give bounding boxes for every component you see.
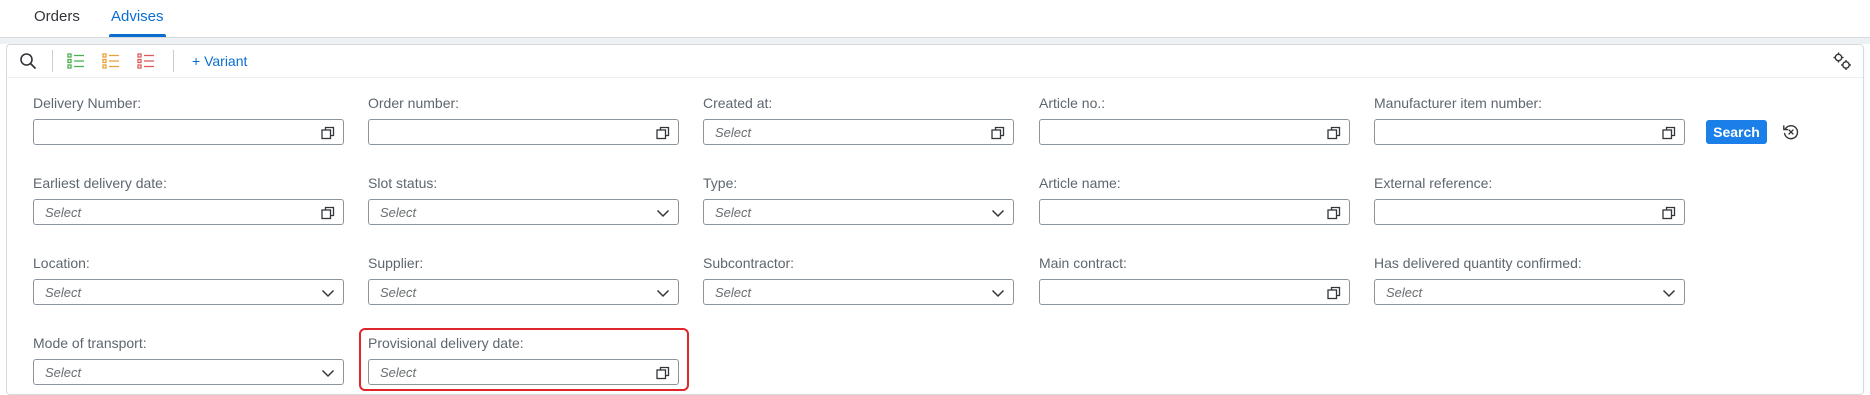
manufacturer-item-number-label: Manufacturer item number: (1374, 95, 1543, 111)
has-delivered-quantity-confirmed-label: Has delivered quantity confirmed: (1374, 255, 1582, 271)
add-variant-button[interactable]: + Variant (192, 52, 247, 70)
value-help-icon[interactable] (320, 205, 336, 221)
slot-status-select[interactable]: Select (368, 199, 679, 225)
supplier-label: Supplier: (368, 255, 424, 271)
value-help-icon[interactable] (1661, 125, 1677, 141)
subcontractor-label: Subcontractor: (703, 255, 795, 271)
earliest-delivery-date-placeholder: Select (45, 205, 82, 220)
earliest-delivery-date-label: Earliest delivery date: (33, 175, 167, 191)
value-help-icon[interactable] (1326, 285, 1342, 301)
provisional-delivery-date-placeholder: Select (380, 365, 417, 380)
reset-icon[interactable] (1781, 122, 1801, 142)
value-help-icon[interactable] (655, 125, 671, 141)
chevron-down-icon[interactable] (655, 285, 671, 301)
search-button[interactable]: Search (1706, 120, 1767, 144)
toolbar-divider (7, 77, 1863, 78)
order-number-input[interactable] (368, 119, 679, 145)
filter-toolbar: + Variant (7, 45, 1863, 77)
chevron-down-icon[interactable] (990, 285, 1006, 301)
value-help-icon[interactable] (655, 365, 671, 381)
chevron-down-icon[interactable] (320, 365, 336, 381)
earliest-delivery-date-input[interactable]: Select (33, 199, 344, 225)
settings-icon[interactable] (1831, 50, 1853, 72)
order-number-label: Order number: (368, 95, 460, 111)
main-contract-label: Main contract: (1039, 255, 1127, 271)
location-select[interactable]: Select (33, 279, 344, 305)
value-help-icon[interactable] (1661, 205, 1677, 221)
article-name-label: Article name: (1039, 175, 1121, 191)
created-at-label: Created at: (703, 95, 773, 111)
slot-status-label: Slot status: (368, 175, 438, 191)
chevron-down-icon[interactable] (655, 205, 671, 221)
mode-of-transport-select[interactable]: Select (33, 359, 344, 385)
created-at-input[interactable]: Select (703, 119, 1014, 145)
subcontractor-select[interactable]: Select (703, 279, 1014, 305)
chevron-down-icon[interactable] (1661, 285, 1677, 301)
article-no-input[interactable] (1039, 119, 1350, 145)
chevron-down-icon[interactable] (990, 205, 1006, 221)
slot-status-placeholder: Select (380, 205, 417, 220)
has-delivered-quantity-confirmed-placeholder: Select (1386, 285, 1423, 300)
supplier-select[interactable]: Select (368, 279, 679, 305)
delivery-number-label: Delivery Number: (33, 95, 142, 111)
toolbar-separator (173, 50, 174, 72)
tab-orders[interactable]: Orders (34, 8, 80, 26)
has-delivered-quantity-confirmed-select[interactable]: Select (1374, 279, 1685, 305)
type-label: Type: (703, 175, 738, 191)
list-red-icon[interactable] (135, 50, 157, 72)
list-orange-icon[interactable] (100, 50, 122, 72)
location-label: Location: (33, 255, 90, 271)
provisional-delivery-date-input[interactable]: Select (368, 359, 679, 385)
type-placeholder: Select (715, 205, 752, 220)
list-green-icon[interactable] (65, 50, 87, 72)
value-help-icon[interactable] (1326, 125, 1342, 141)
value-help-icon[interactable] (320, 125, 336, 141)
external-reference-label: External reference: (1374, 175, 1493, 191)
created-at-placeholder: Select (715, 125, 752, 140)
type-select[interactable]: Select (703, 199, 1014, 225)
main-contract-input[interactable] (1039, 279, 1350, 305)
delivery-number-input[interactable] (33, 119, 344, 145)
manufacturer-item-number-input[interactable] (1374, 119, 1685, 145)
chevron-down-icon[interactable] (320, 285, 336, 301)
value-help-icon[interactable] (1326, 205, 1342, 221)
tab-advises[interactable]: Advises (109, 8, 166, 37)
search-icon[interactable] (17, 50, 39, 72)
subcontractor-placeholder: Select (715, 285, 752, 300)
supplier-placeholder: Select (380, 285, 417, 300)
toolbar-separator (52, 50, 53, 72)
article-no-label: Article no.: (1039, 95, 1106, 111)
article-name-input[interactable] (1039, 199, 1350, 225)
location-placeholder: Select (45, 285, 82, 300)
mode-of-transport-label: Mode of transport: (33, 335, 147, 351)
value-help-icon[interactable] (990, 125, 1006, 141)
provisional-delivery-date-label: Provisional delivery date: (368, 335, 524, 351)
tab-bar: Orders Advises (0, 0, 1870, 38)
external-reference-input[interactable] (1374, 199, 1685, 225)
mode-of-transport-placeholder: Select (45, 365, 82, 380)
